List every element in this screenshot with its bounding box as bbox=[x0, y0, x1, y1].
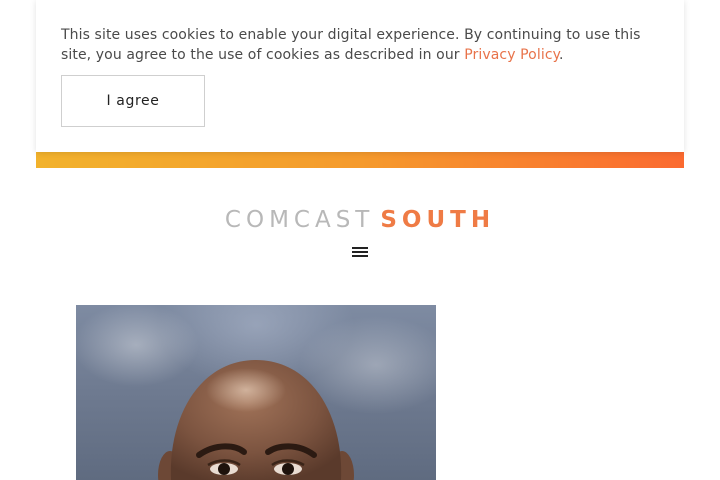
hamburger-menu-icon[interactable] bbox=[351, 244, 369, 260]
portrait-photo bbox=[76, 305, 436, 480]
site-logo[interactable]: COMCAST SOUTH bbox=[0, 205, 720, 235]
agree-button[interactable]: I agree bbox=[61, 75, 205, 127]
menu-line bbox=[352, 247, 368, 249]
cookie-banner: This site uses cookies to enable your di… bbox=[36, 0, 684, 152]
page: This site uses cookies to enable your di… bbox=[0, 0, 720, 480]
gradient-strip bbox=[36, 152, 684, 168]
cookie-message: This site uses cookies to enable your di… bbox=[61, 25, 651, 65]
brand-name-comcast: COMCAST bbox=[224, 207, 375, 233]
menu-line bbox=[352, 255, 368, 257]
privacy-policy-link[interactable]: Privacy Policy bbox=[464, 47, 559, 63]
brand-name-south: SOUTH bbox=[380, 207, 496, 233]
cookie-message-period: . bbox=[559, 47, 564, 63]
portrait-illustration bbox=[158, 360, 354, 480]
menu-line bbox=[352, 251, 368, 253]
